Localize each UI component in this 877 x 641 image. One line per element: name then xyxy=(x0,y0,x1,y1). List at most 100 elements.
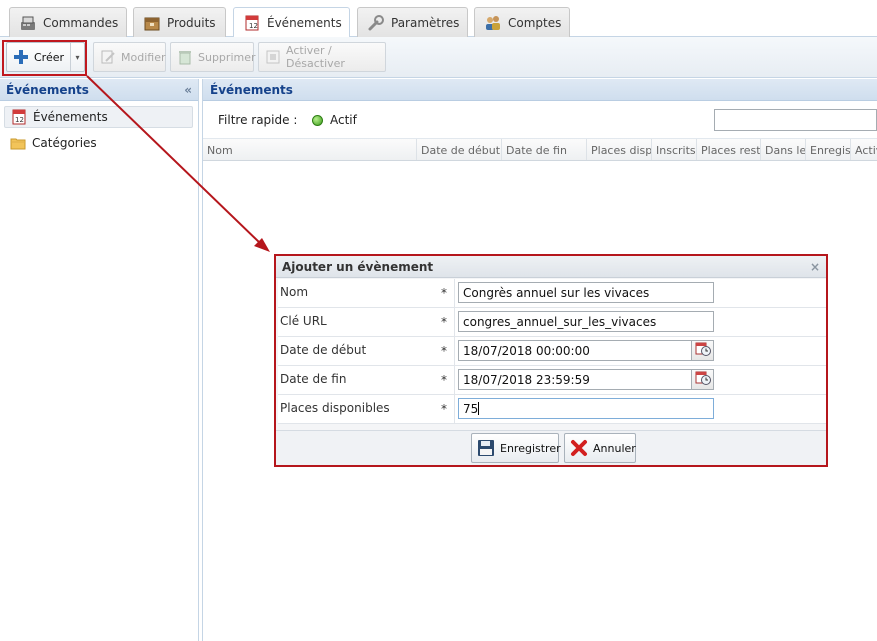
required-marker: * xyxy=(441,402,447,416)
tab-label: Comptes xyxy=(508,15,562,30)
field-label: Clé URL xyxy=(280,314,327,328)
field-row-date-debut: Date de début * 18/07/2018 00:00:00 xyxy=(278,337,826,366)
modify-button[interactable]: Modifier xyxy=(93,42,166,72)
end-date-field[interactable]: 18/07/2018 23:59:59 xyxy=(458,369,692,390)
column-header-inscrits[interactable]: Inscrits xyxy=(652,139,697,160)
column-header-places-dispo[interactable]: Places dispo xyxy=(587,139,652,160)
svg-text:12: 12 xyxy=(15,116,24,124)
sidebar-item-label: Catégories xyxy=(32,136,97,150)
field-label: Date de début xyxy=(280,343,367,357)
save-button[interactable]: Enregistrer xyxy=(471,433,561,463)
close-icon[interactable]: × xyxy=(810,260,820,274)
url-key-field[interactable]: congres_annuel_sur_les_vivaces xyxy=(458,311,714,332)
tab-produits[interactable]: Produits xyxy=(133,7,226,37)
main-title: Événements xyxy=(210,82,293,97)
toggle-active-button[interactable]: Activer / Désactiver xyxy=(258,42,386,72)
required-marker: * xyxy=(441,315,447,329)
close-icon xyxy=(570,439,588,457)
field-row-cle-url: Clé URL * congres_annuel_sur_les_vivaces xyxy=(278,308,826,337)
available-places-value: 75 xyxy=(463,402,479,416)
floppy-disk-icon xyxy=(477,439,495,457)
required-marker: * xyxy=(441,373,447,387)
column-separator xyxy=(454,279,455,308)
calendar-clock-icon xyxy=(695,341,711,360)
filter-bar: Filtre rapide : Actif xyxy=(203,101,877,139)
search-input[interactable] xyxy=(714,109,877,131)
field-row-nom: Nom * Congrès annuel sur les vivaces xyxy=(278,279,826,308)
tab-label: Commandes xyxy=(43,15,119,30)
sidebar: Événements « 12 Événements Catégories xyxy=(0,79,199,641)
tab-evenements[interactable]: 12 Événements xyxy=(233,7,350,38)
calendar-icon: 12 xyxy=(243,14,261,32)
box-icon xyxy=(143,14,161,32)
sidebar-item-evenements[interactable]: 12 Événements xyxy=(4,106,193,128)
dialog-footer: Enregistrer Annuler xyxy=(276,430,826,465)
dialog-title-bar: Ajouter un évènement × xyxy=(276,256,826,278)
field-label: Places disponibles xyxy=(280,401,390,415)
tab-commandes[interactable]: Commandes xyxy=(9,7,127,37)
delete-label: Supprimer xyxy=(198,50,256,64)
column-header-enregistres[interactable]: Enregist xyxy=(806,139,851,160)
available-places-field[interactable]: 75 xyxy=(458,398,714,419)
column-header-date-debut[interactable]: Date de début xyxy=(417,139,502,160)
main-header: Événements xyxy=(203,79,877,101)
field-label: Nom xyxy=(280,285,309,299)
column-header-date-fin[interactable]: Date de fin xyxy=(502,139,587,160)
save-label: Enregistrer xyxy=(500,441,561,455)
field-label: Date de fin xyxy=(280,372,347,386)
dialog-title: Ajouter un évènement xyxy=(282,259,434,274)
tab-comptes[interactable]: Comptes xyxy=(474,7,570,37)
column-header-nom[interactable]: Nom xyxy=(203,139,417,160)
required-marker: * xyxy=(441,344,447,358)
toolbar: Créer ▾ Modifier Supprimer Activer / Dés… xyxy=(0,37,877,78)
calendar-clock-icon xyxy=(695,370,711,389)
cancel-label: Annuler xyxy=(593,441,636,455)
cancel-button[interactable]: Annuler xyxy=(564,433,636,463)
tab-label: Produits xyxy=(167,15,216,30)
modify-label: Modifier xyxy=(121,50,166,64)
column-header-places-restantes[interactable]: Places resta xyxy=(697,139,761,160)
tab-label: Paramètres xyxy=(391,15,460,30)
toggle-active-label: Activer / Désactiver xyxy=(286,44,345,70)
edit-icon xyxy=(100,49,116,65)
field-row-date-fin: Date de fin * 18/07/2018 23:59:59 xyxy=(278,366,826,395)
end-date-picker-button[interactable] xyxy=(691,369,714,390)
plus-icon xyxy=(13,49,29,65)
folder-icon xyxy=(10,135,26,151)
users-icon xyxy=(484,14,502,32)
sidebar-title: Événements xyxy=(6,82,89,97)
collapse-icon[interactable]: « xyxy=(184,83,192,97)
column-separator xyxy=(454,308,455,337)
create-button[interactable]: Créer ▾ xyxy=(6,42,85,72)
required-marker: * xyxy=(441,286,447,300)
active-status-icon[interactable] xyxy=(312,115,323,126)
add-event-dialog: Ajouter un évènement × Nom * Congrès ann… xyxy=(274,254,828,467)
svg-text:12: 12 xyxy=(249,22,258,30)
sidebar-item-categories[interactable]: Catégories xyxy=(4,132,193,154)
sidebar-header: Événements « xyxy=(0,79,198,101)
column-header-dans-le[interactable]: Dans le xyxy=(761,139,806,160)
column-header-actif[interactable]: Activ xyxy=(851,139,877,160)
quick-filter-label: Filtre rapide : xyxy=(218,113,298,127)
calendar-icon: 12 xyxy=(11,109,27,125)
trash-icon xyxy=(177,49,193,65)
field-row-places: Places disponibles * 75 xyxy=(278,395,826,424)
delete-button[interactable]: Supprimer xyxy=(170,42,256,72)
wrench-icon xyxy=(367,14,385,32)
tab-parametres[interactable]: Paramètres xyxy=(357,7,468,37)
text-caret xyxy=(478,402,480,415)
name-field[interactable]: Congrès annuel sur les vivaces xyxy=(458,282,714,303)
create-label: Créer xyxy=(34,50,65,64)
main-tab-bar: Commandes Produits 12 Événements Paramèt… xyxy=(0,0,877,38)
sidebar-item-label: Événements xyxy=(33,110,108,124)
column-separator xyxy=(454,337,455,366)
grid-header: Nom Date de début Date de fin Places dis… xyxy=(203,139,877,161)
register-icon xyxy=(19,14,37,32)
tab-label: Événements xyxy=(267,16,342,30)
quick-filter-active[interactable]: Actif xyxy=(330,113,357,127)
start-date-picker-button[interactable] xyxy=(691,340,714,361)
column-separator xyxy=(454,395,455,424)
chevron-down-icon[interactable]: ▾ xyxy=(70,43,84,71)
start-date-field[interactable]: 18/07/2018 00:00:00 xyxy=(458,340,692,361)
toggle-icon xyxy=(265,49,281,65)
